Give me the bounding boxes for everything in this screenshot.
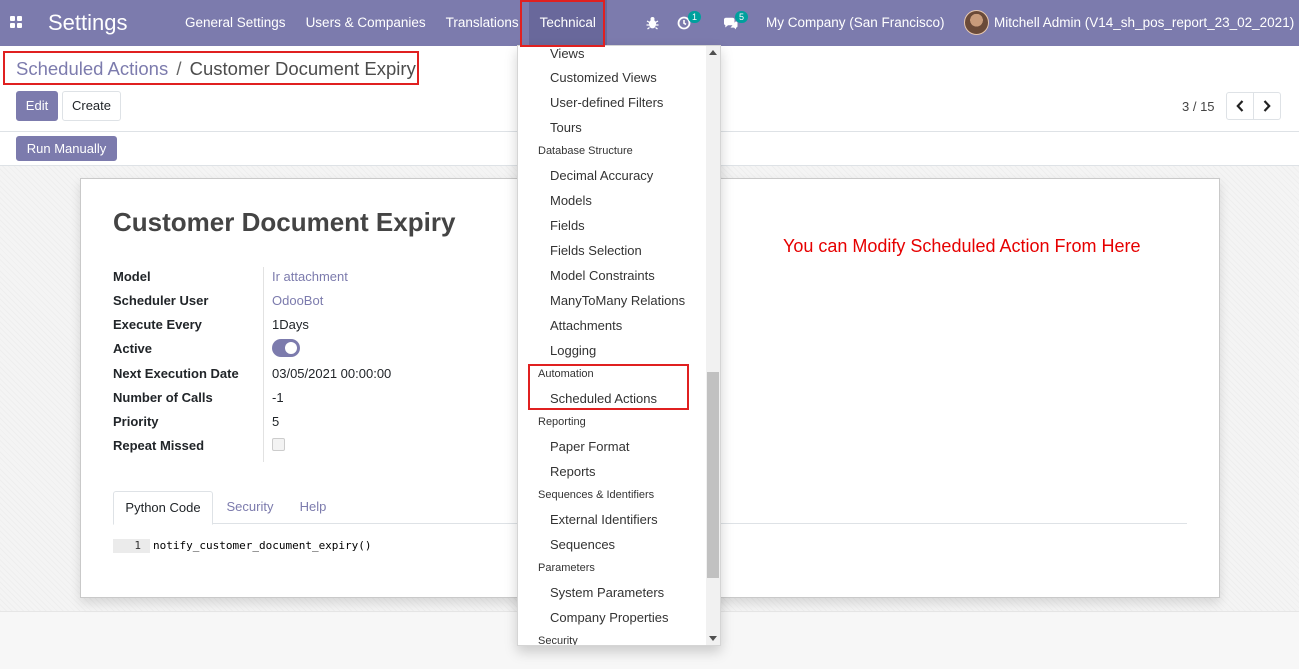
dropdown-item-paper-format[interactable]: Paper Format (550, 439, 629, 454)
dropdown-item-reports[interactable]: Reports (550, 464, 596, 479)
field-repeat-missed: Repeat Missed (113, 436, 513, 456)
activities-clock-icon[interactable]: 1 (677, 0, 702, 46)
field-label: Repeat Missed (113, 438, 205, 453)
tab-help[interactable]: Help (287, 491, 339, 524)
breadcrumb-scheduled-actions[interactable]: Scheduled Actions (16, 58, 168, 79)
tab-python-code[interactable]: Python Code (113, 491, 213, 525)
code-line-number: 1 (113, 539, 150, 553)
debug-bug-icon[interactable] (646, 0, 659, 46)
dropdown-item-fields-selection[interactable]: Fields Selection (550, 243, 642, 258)
dropdown-item-logging[interactable]: Logging (550, 343, 596, 358)
create-button[interactable]: Create (62, 91, 121, 121)
dropdown-item-decimal-accuracy[interactable]: Decimal Accuracy (550, 168, 653, 183)
messages-chat-icon[interactable]: 5 (723, 0, 749, 46)
tab-security[interactable]: Security (217, 491, 283, 524)
dropdown-item-views[interactable]: Views (550, 46, 584, 61)
menu-technical[interactable]: Technical (528, 0, 607, 46)
dropdown-item-company-properties[interactable]: Company Properties (550, 610, 669, 625)
technical-dropdown-menu: Views Customized Views User-defined Filt… (517, 45, 721, 646)
field-label: Number of Calls (113, 390, 213, 405)
pager-value[interactable]: 3 / 15 (1182, 99, 1215, 114)
breadcrumb: Scheduled Actions / Customer Document Ex… (16, 58, 416, 80)
priority-value: 5 (272, 414, 280, 429)
annotation-note: You can Modify Scheduled Action From Her… (783, 236, 1141, 256)
chevron-right-icon (1263, 100, 1271, 112)
dropdown-item-sequences[interactable]: Sequences (550, 537, 615, 552)
dropdown-item-model-constraints[interactable]: Model Constraints (550, 268, 655, 283)
user-menu[interactable]: Mitchell Admin (V14_sh_pos_report_23_02_… (994, 15, 1294, 30)
dropdown-item-external-identifiers[interactable]: External Identifiers (550, 512, 658, 527)
menu-general-settings[interactable]: General Settings (175, 0, 296, 46)
field-execute-every: Execute Every 1Days (113, 315, 513, 335)
field-label: Execute Every (113, 317, 202, 332)
top-navbar: Settings General Settings Users & Compan… (0, 0, 1299, 46)
app-title[interactable]: Settings (48, 10, 128, 36)
scheduler-user-link[interactable]: OdooBot (272, 293, 323, 308)
dropdown-item-models[interactable]: Models (550, 193, 592, 208)
dropdown-header-reporting: Reporting (538, 416, 586, 428)
execute-every-value: 1Days (272, 317, 309, 332)
field-label: Active (113, 341, 153, 356)
scroll-up-arrow-icon[interactable] (709, 50, 717, 55)
dropdown-header-automation: Automation (538, 368, 594, 380)
field-scheduler-user: Scheduler User OdooBot (113, 291, 513, 311)
pager-next-button[interactable] (1253, 92, 1281, 120)
dropdown-header-database-structure: Database Structure (538, 145, 633, 157)
apps-menu-icon[interactable] (10, 16, 23, 29)
chevron-left-icon (1236, 100, 1244, 112)
dropdown-header-parameters: Parameters (538, 562, 595, 574)
dropdown-item-system-parameters[interactable]: System Parameters (550, 585, 664, 600)
main-menu: General Settings Users & Companies Trans… (175, 0, 607, 46)
number-of-calls-value: -1 (272, 390, 284, 405)
dropdown-item-customized-views[interactable]: Customized Views (550, 70, 657, 85)
field-active: Active (113, 339, 513, 359)
dropdown-item-attachments[interactable]: Attachments (550, 318, 622, 333)
field-label: Scheduler User (113, 293, 209, 308)
user-avatar[interactable] (964, 10, 989, 35)
code-line[interactable]: notify_customer_document_expiry() (153, 539, 372, 553)
pager-previous-button[interactable] (1226, 92, 1254, 120)
run-manually-button[interactable]: Run Manually (16, 136, 117, 161)
menu-users-companies[interactable]: Users & Companies (296, 0, 436, 46)
dropdown-item-user-defined-filters[interactable]: User-defined Filters (550, 95, 663, 110)
model-link[interactable]: Ir attachment (272, 269, 348, 284)
field-number-of-calls: Number of Calls -1 (113, 388, 513, 408)
field-next-execution-date: Next Execution Date 03/05/2021 00:00:00 (113, 364, 513, 384)
dropdown-header-security: Security (538, 635, 578, 646)
breadcrumb-separator: / (176, 58, 182, 79)
record-title: Customer Document Expiry (113, 207, 456, 237)
scroll-down-arrow-icon[interactable] (709, 636, 717, 641)
dropdown-header-sequences-identifiers: Sequences & Identifiers (538, 489, 655, 501)
dropdown-item-scheduled-actions[interactable]: Scheduled Actions (550, 391, 657, 406)
edit-button[interactable]: Edit (16, 91, 58, 121)
activity-count-badge: 1 (688, 11, 702, 23)
message-count-badge: 5 (735, 11, 749, 23)
field-model: Model Ir attachment (113, 267, 513, 287)
dropdown-item-fields[interactable]: Fields (550, 218, 585, 233)
field-priority: Priority 5 (113, 412, 513, 432)
field-label: Priority (113, 414, 159, 429)
field-label: Model (113, 269, 151, 284)
next-execution-date-value: 03/05/2021 00:00:00 (272, 366, 392, 381)
breadcrumb-current: Customer Document Expiry (189, 58, 416, 79)
dropdown-scrollbar-thumb[interactable] (707, 372, 719, 578)
repeat-missed-checkbox[interactable] (272, 438, 285, 451)
field-label: Next Execution Date (113, 366, 239, 381)
company-switcher[interactable]: My Company (San Francisco) (766, 15, 945, 30)
dropdown-item-many2many-relations[interactable]: ManyToMany Relations (550, 293, 685, 308)
active-toggle[interactable] (272, 339, 300, 357)
menu-translations[interactable]: Translations (436, 0, 529, 46)
dropdown-item-tours[interactable]: Tours (550, 120, 582, 135)
